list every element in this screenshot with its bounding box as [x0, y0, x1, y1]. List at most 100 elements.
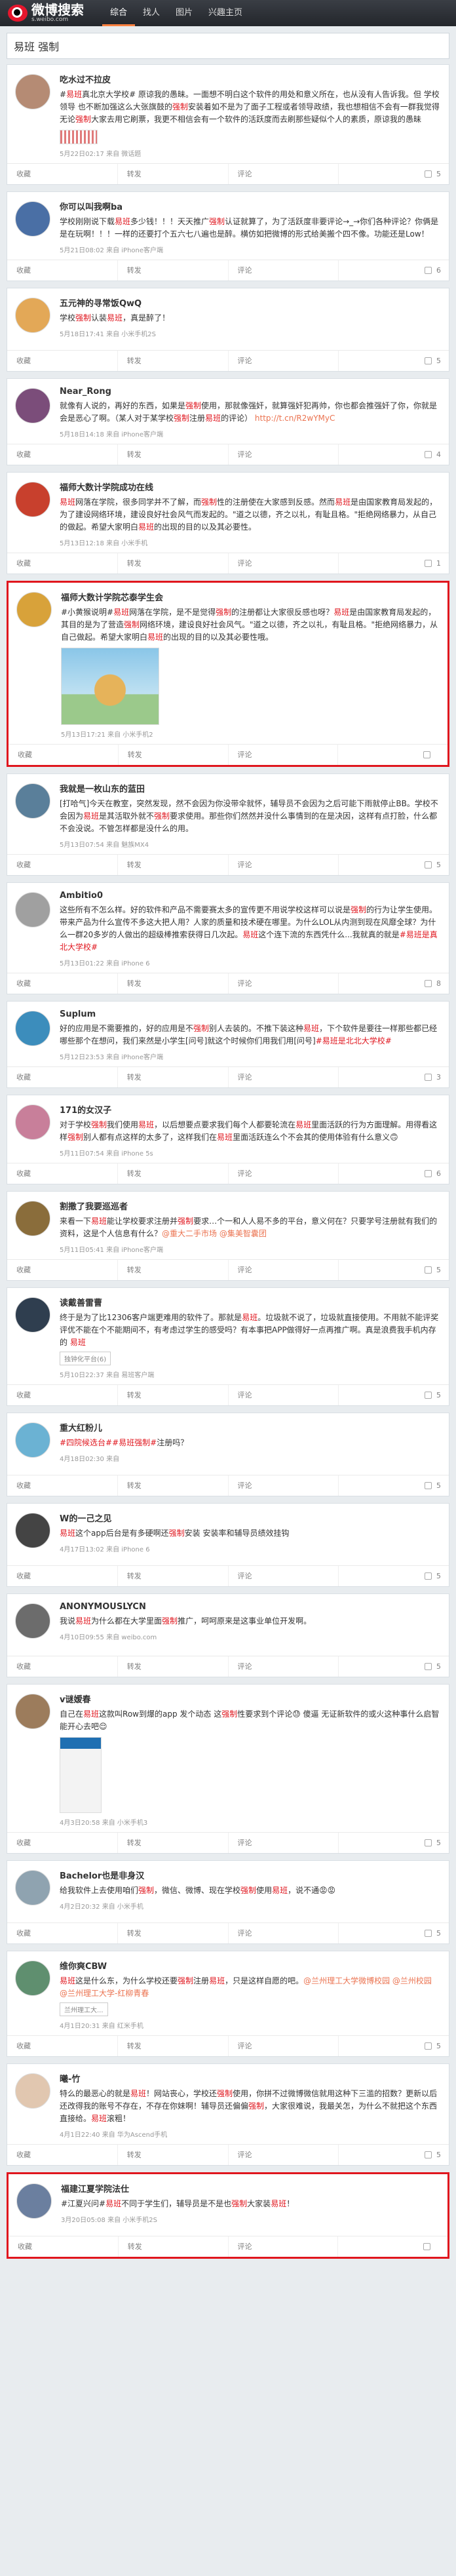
post-timestamp-source[interactable]: 4月2日20:32 来自 小米手机 — [60, 1901, 441, 1911]
user-avatar[interactable] — [15, 1961, 50, 1996]
user-avatar[interactable] — [15, 201, 50, 237]
collect-button[interactable]: 收藏 — [7, 1260, 118, 1280]
repost-button[interactable]: 转发 — [118, 1475, 229, 1496]
comment-button[interactable]: 评论 — [229, 444, 339, 465]
post-author-name[interactable]: Ambitio0 — [60, 891, 441, 901]
user-avatar[interactable] — [15, 1422, 50, 1458]
user-avatar[interactable] — [15, 892, 50, 927]
comment-button[interactable]: 评论 — [229, 1923, 339, 1943]
post-link[interactable]: http://t.cn/R2wYMyC — [252, 414, 335, 423]
repost-button[interactable]: 转发 — [118, 260, 229, 281]
collect-button[interactable]: 收藏 — [7, 444, 118, 465]
collect-button[interactable]: 收藏 — [7, 1067, 118, 1087]
search-query-display[interactable]: 易班 强制 — [7, 33, 449, 59]
post-timestamp-source[interactable]: 5月13日17:21 来自 小米手机2 — [61, 729, 440, 739]
repost-button[interactable]: 转发 — [118, 1656, 229, 1677]
post-author-name[interactable]: v谜嫒春 — [60, 1692, 441, 1705]
post-timestamp-source[interactable]: 5月11日07:54 来自 iPhone 5s — [60, 1148, 441, 1158]
post-timestamp-source[interactable]: 3月20日05:08 来自 小米手机2S — [61, 2214, 440, 2224]
like-button[interactable]: 5 — [339, 351, 449, 371]
like-button[interactable]: 4 — [339, 444, 449, 465]
comment-button[interactable]: 评论 — [229, 2036, 339, 2056]
collect-button[interactable]: 收藏 — [7, 553, 118, 574]
post-author-name[interactable]: 五元神的寻常饭QwQ — [60, 296, 441, 309]
post-timestamp-source[interactable]: 5月11日05:41 来自 iPhone客户端 — [60, 1244, 441, 1254]
post-author-name[interactable]: ANONYMOUSLYCN — [60, 1602, 441, 1612]
like-button[interactable]: 6 — [339, 260, 449, 281]
like-button[interactable]: 5 — [339, 1833, 449, 1853]
post-author-name[interactable]: Bachelor也是非身汉 — [60, 1869, 441, 1881]
tab-all[interactable]: 综合 — [102, 0, 136, 26]
post-author-name[interactable]: 割撒了我要巡巡者 — [60, 1200, 441, 1212]
collect-button[interactable]: 收藏 — [9, 2236, 119, 2257]
collect-button[interactable]: 收藏 — [7, 351, 118, 371]
repost-button[interactable]: 转发 — [118, 164, 229, 184]
comment-button[interactable]: 评论 — [229, 973, 339, 994]
comment-button[interactable]: 评论 — [229, 1163, 339, 1184]
tab-images[interactable]: 图片 — [168, 0, 200, 26]
like-button[interactable]: 6 — [339, 1163, 449, 1184]
repost-button[interactable]: 转发 — [118, 2036, 229, 2056]
post-timestamp-source[interactable]: 4月18日02:30 来自 — [60, 1453, 441, 1463]
comment-button[interactable]: 评论 — [229, 1385, 339, 1405]
post-image-cartoon[interactable] — [61, 648, 159, 725]
post-timestamp-source[interactable]: 5月13日12:18 来自 小米手机 — [60, 537, 441, 547]
user-avatar[interactable] — [15, 1104, 50, 1140]
comment-button[interactable]: 评论 — [229, 855, 339, 875]
post-timestamp-source[interactable]: 5月12日23:53 来自 iPhone客户端 — [60, 1051, 441, 1061]
comment-button[interactable]: 评论 — [229, 745, 339, 765]
repost-button[interactable]: 转发 — [118, 1833, 229, 1853]
comment-button[interactable]: 评论 — [229, 1833, 339, 1853]
tab-interest[interactable]: 兴趣主页 — [200, 0, 250, 26]
post-timestamp-source[interactable]: 4月17日13:02 来自 iPhone 6 — [60, 1544, 441, 1553]
user-avatar[interactable] — [15, 783, 50, 819]
post-timestamp-source[interactable]: 5月18日17:41 来自 小米手机2S — [60, 328, 441, 338]
user-avatar[interactable] — [15, 1870, 50, 1905]
like-button[interactable]: 5 — [339, 1260, 449, 1280]
user-avatar[interactable] — [15, 1694, 50, 1729]
post-author-name[interactable]: 福建江夏学院法仕 — [61, 2182, 440, 2195]
user-avatar[interactable] — [15, 298, 50, 333]
user-avatar[interactable] — [15, 1201, 50, 1236]
repost-button[interactable]: 转发 — [118, 1566, 229, 1586]
collect-button[interactable]: 收藏 — [7, 1923, 118, 1943]
post-timestamp-source[interactable]: 5月10日22:37 来自 易班客户端 — [60, 1369, 441, 1379]
repost-button[interactable]: 转发 — [118, 1385, 229, 1405]
collect-button[interactable]: 收藏 — [9, 745, 119, 765]
post-timestamp-source[interactable]: 5月13日07:54 来自 魅族MX4 — [60, 839, 441, 849]
like-button[interactable]: 8 — [339, 973, 449, 994]
post-timestamp-source[interactable]: 5月22日02:17 来自 微话题 — [60, 148, 441, 158]
post-author-name[interactable]: 我就是一枚山东的蓝田 — [60, 782, 441, 794]
repost-button[interactable]: 转发 — [118, 973, 229, 994]
collect-button[interactable]: 收藏 — [7, 1385, 118, 1405]
repost-button[interactable]: 转发 — [118, 1163, 229, 1184]
like-button[interactable]: 5 — [339, 2145, 449, 2165]
comment-button[interactable]: 评论 — [229, 260, 339, 281]
post-image-screenshot[interactable] — [60, 1737, 102, 1813]
user-avatar[interactable] — [15, 74, 50, 109]
collect-button[interactable]: 收藏 — [7, 164, 118, 184]
comment-button[interactable]: 评论 — [229, 1656, 339, 1677]
collect-button[interactable]: 收藏 — [7, 1566, 118, 1586]
post-image-thumbnail[interactable] — [60, 130, 98, 144]
repost-button[interactable]: 转发 — [118, 1067, 229, 1087]
like-button[interactable] — [338, 2236, 447, 2257]
repost-button[interactable]: 转发 — [118, 553, 229, 574]
post-timestamp-source[interactable]: 4月1日22:40 来自 华为Ascend手机 — [60, 2129, 441, 2139]
post-timestamp-source[interactable]: 5月18日14:18 来自 iPhone客户端 — [60, 429, 441, 439]
comment-button[interactable]: 评论 — [229, 1260, 339, 1280]
post-author-name[interactable]: 曦-竹 — [60, 2072, 441, 2084]
post-timestamp-source[interactable]: 4月1日20:31 来自 红米手机 — [60, 2020, 441, 2030]
collect-button[interactable]: 收藏 — [7, 1163, 118, 1184]
repost-button[interactable]: 转发 — [118, 1260, 229, 1280]
attached-link-card[interactable]: 独钟化平台(6) — [60, 1352, 111, 1365]
user-avatar[interactable] — [15, 2073, 50, 2109]
like-button[interactable]: 1 — [339, 553, 449, 574]
like-button[interactable]: 5 — [339, 1385, 449, 1405]
like-button[interactable] — [338, 745, 447, 765]
repost-button[interactable]: 转发 — [119, 2236, 229, 2257]
like-button[interactable]: 5 — [339, 1656, 449, 1677]
collect-button[interactable]: 收藏 — [7, 2036, 118, 2056]
tab-people[interactable]: 找人 — [135, 0, 168, 26]
repost-button[interactable]: 转发 — [118, 444, 229, 465]
